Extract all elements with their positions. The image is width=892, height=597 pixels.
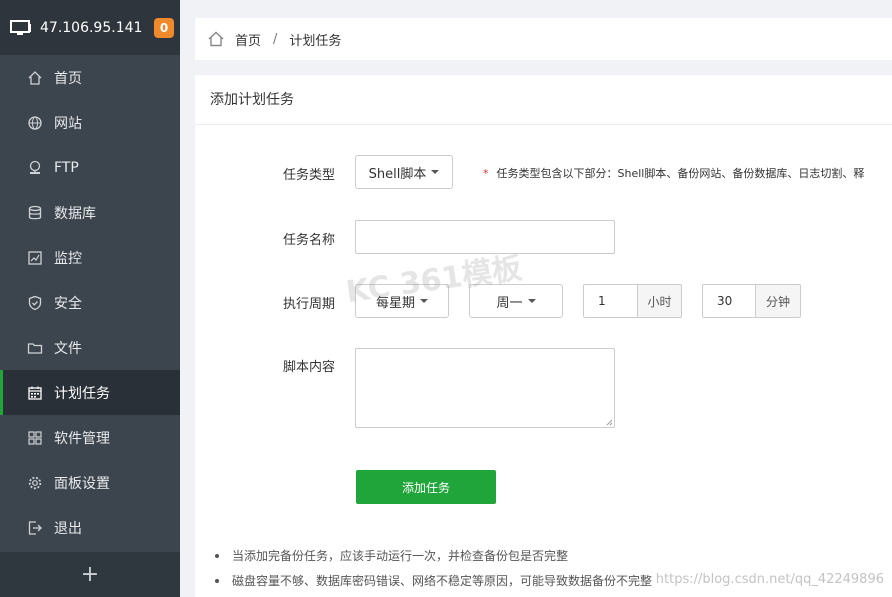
sidebar-item-label: 退出 xyxy=(54,520,82,537)
sidebar-item-cron[interactable]: 计划任务 xyxy=(0,370,180,415)
script-textarea[interactable] xyxy=(355,348,615,428)
notification-badge[interactable]: 0 xyxy=(154,17,174,38)
sidebar-item-database[interactable]: 数据库 xyxy=(0,190,180,235)
sidebar-item-logout[interactable]: 退出 xyxy=(0,505,180,550)
panel-title: 添加计划任务 xyxy=(195,75,892,125)
home-icon[interactable] xyxy=(207,30,225,48)
task-type-value: Shell脚本 xyxy=(368,166,427,182)
chevron-down-icon xyxy=(420,299,428,303)
sidebar-item-panel-settings[interactable]: 面板设置 xyxy=(0,460,180,505)
add-task-button[interactable]: 添加任务 xyxy=(356,470,496,504)
script-label: 脚本内容 xyxy=(282,360,335,375)
hour-input[interactable]: 1 xyxy=(583,284,638,318)
task-type-select[interactable]: Shell脚本 xyxy=(355,155,453,189)
ftp-icon xyxy=(26,159,44,177)
cycle-weekday-value: 周一 xyxy=(496,295,523,311)
sidebar-item-website[interactable]: 网站 xyxy=(0,100,180,145)
folder-icon xyxy=(26,339,44,357)
gear-icon xyxy=(26,474,44,492)
sidebar-item-ftp[interactable]: FTP xyxy=(0,145,180,190)
home-icon xyxy=(26,69,44,87)
sidebar-item-label: FTP xyxy=(54,159,79,176)
notes-list: 当添加完备份任务，应该手动运行一次，并检查备份包是否完整 磁盘容量不够、数据库密… xyxy=(215,547,652,597)
calendar-icon xyxy=(26,384,44,402)
sidebar-item-label: 首页 xyxy=(54,70,82,87)
cycle-period-select[interactable]: 每星期 xyxy=(355,284,449,318)
grid-icon xyxy=(26,429,44,447)
task-type-hint-text: 任务类型包含以下部分：Shell脚本、备份网站、备份数据库、日志切割、释 xyxy=(496,167,865,180)
sidebar-item-software[interactable]: 软件管理 xyxy=(0,415,180,460)
breadcrumb-current: 计划任务 xyxy=(289,33,342,49)
sidebar-item-home[interactable]: 首页 xyxy=(0,55,180,100)
logout-icon xyxy=(26,519,44,537)
task-name-label: 任务名称 xyxy=(282,233,335,248)
note-item: 磁盘容量不够、数据库密码错误、网络不稳定等原因，可能导致数据备份不完整 xyxy=(215,572,652,597)
sidebar-item-label: 网站 xyxy=(54,115,82,132)
minute-unit: 分钟 xyxy=(756,284,801,318)
task-type-hint: * 任务类型包含以下部分：Shell脚本、备份网站、备份数据库、日志切割、释 xyxy=(483,165,864,181)
sidebar-item-label: 监控 xyxy=(54,250,82,267)
resize-handle-icon[interactable] xyxy=(605,418,613,426)
sidebar-item-label: 面板设置 xyxy=(54,475,110,492)
cycle-label: 执行周期 xyxy=(282,297,335,312)
sidebar-item-security[interactable]: 安全 xyxy=(0,280,180,325)
sidebar-item-label: 计划任务 xyxy=(54,385,110,402)
sidebar: 47.106.95.141 0 首页 网站 FTP 数据库 监控 安全 文件 计… xyxy=(0,0,180,597)
globe-icon xyxy=(26,114,44,132)
sidebar-item-monitor[interactable]: 监控 xyxy=(0,235,180,280)
chevron-down-icon xyxy=(527,299,536,303)
note-item: 当添加完备份任务，应该手动运行一次，并检查备份包是否完整 xyxy=(215,547,652,572)
monitor-chart-icon xyxy=(26,249,44,267)
hour-unit: 小时 xyxy=(638,284,682,318)
sidebar-item-label: 安全 xyxy=(54,295,82,312)
add-shortcut-button[interactable]: + xyxy=(0,552,180,597)
task-type-label: 任务类型 xyxy=(282,168,335,183)
chevron-down-icon xyxy=(431,170,440,174)
cycle-weekday-select[interactable]: 周一 xyxy=(469,284,563,318)
add-cron-panel: 添加计划任务 任务类型 Shell脚本 * 任务类型包含以下部分：Shell脚本、… xyxy=(195,75,892,597)
server-header: 47.106.95.141 0 xyxy=(0,0,180,55)
sidebar-item-label: 数据库 xyxy=(54,205,96,222)
breadcrumb-separator: / xyxy=(273,31,278,47)
task-name-input[interactable] xyxy=(355,220,615,254)
shield-icon xyxy=(26,294,44,312)
cycle-period-value: 每星期 xyxy=(375,295,415,311)
breadcrumb: 首页 / 计划任务 xyxy=(195,18,892,60)
breadcrumb-home-link[interactable]: 首页 xyxy=(235,30,261,49)
required-star: * xyxy=(483,167,489,180)
database-icon xyxy=(26,204,44,222)
sidebar-item-label: 文件 xyxy=(54,340,82,357)
sidebar-item-label: 软件管理 xyxy=(54,430,110,447)
minute-input[interactable]: 30 xyxy=(702,284,756,318)
server-ip: 47.106.95.141 xyxy=(40,19,143,36)
sidebar-item-files[interactable]: 文件 xyxy=(0,325,180,370)
monitor-icon xyxy=(10,19,31,35)
